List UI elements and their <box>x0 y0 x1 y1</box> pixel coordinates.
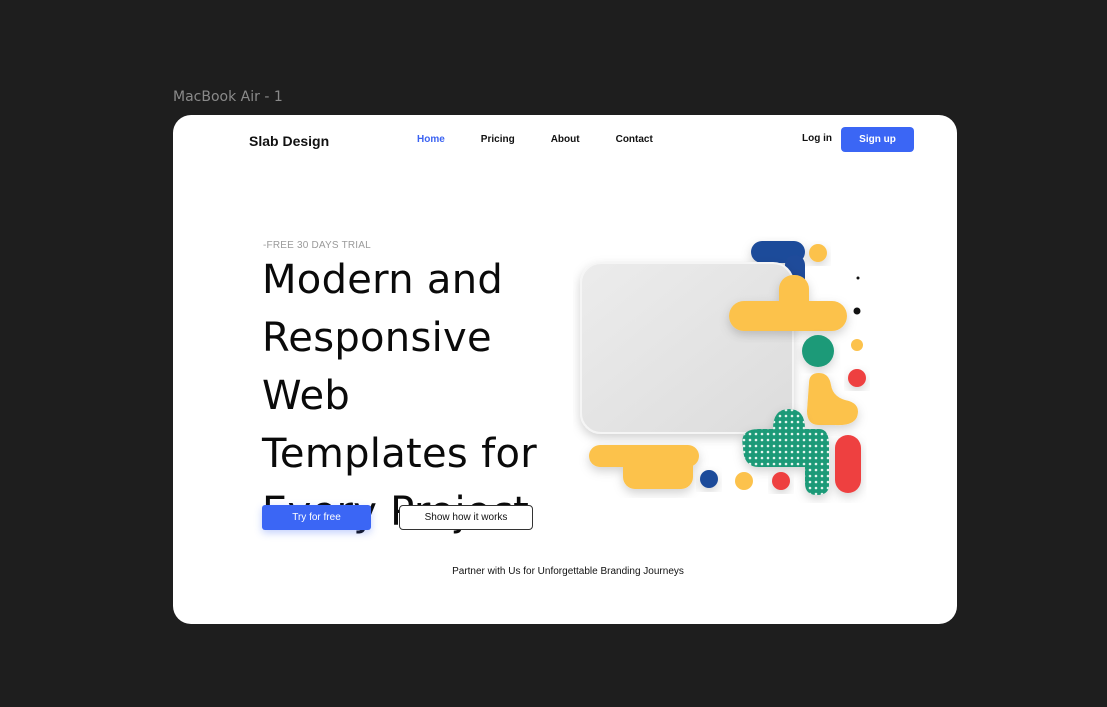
try-for-free-button[interactable]: Try for free <box>262 505 371 530</box>
red-ball-right <box>848 369 866 387</box>
nav-pricing[interactable]: Pricing <box>481 134 515 145</box>
yellow-dot <box>851 339 863 351</box>
yellow-bottom-shape <box>589 445 699 489</box>
grey-card-shape <box>580 262 794 434</box>
headline-line-2: Responsive Web <box>262 315 492 419</box>
green-ball <box>802 335 834 367</box>
red-pill-shape <box>835 435 861 493</box>
yellow-ball-bottom <box>735 472 753 490</box>
login-link[interactable]: Log in <box>802 133 832 144</box>
black-dot-small <box>856 276 860 280</box>
main-nav: Home Pricing About Contact <box>417 134 689 145</box>
signup-button[interactable]: Sign up <box>841 127 914 152</box>
brand-logo[interactable]: Slab Design <box>249 133 329 149</box>
page-frame: Slab Design Home Pricing About Contact L… <box>173 115 957 624</box>
headline-line-1: Modern and <box>262 257 504 303</box>
navy-ball-bottom <box>700 470 718 488</box>
abstract-shapes-illustration <box>580 241 866 495</box>
nav-about[interactable]: About <box>551 134 580 145</box>
black-dot <box>853 307 861 315</box>
headline-line-3: Templates for <box>262 431 537 477</box>
red-ball-bottom <box>772 472 790 490</box>
yellow-ball-top <box>809 244 827 262</box>
nav-home[interactable]: Home <box>417 134 445 145</box>
partner-tagline: Partner with Us for Unforgettable Brandi… <box>452 566 684 577</box>
nav-contact[interactable]: Contact <box>616 134 653 145</box>
show-how-it-works-button[interactable]: Show how it works <box>399 505 533 530</box>
frame-label: MacBook Air - 1 <box>173 89 283 105</box>
hero-headline: Modern and Responsive Web Templates for … <box>262 251 592 541</box>
trial-eyebrow: -FREE 30 DAYS TRIAL <box>263 240 371 251</box>
